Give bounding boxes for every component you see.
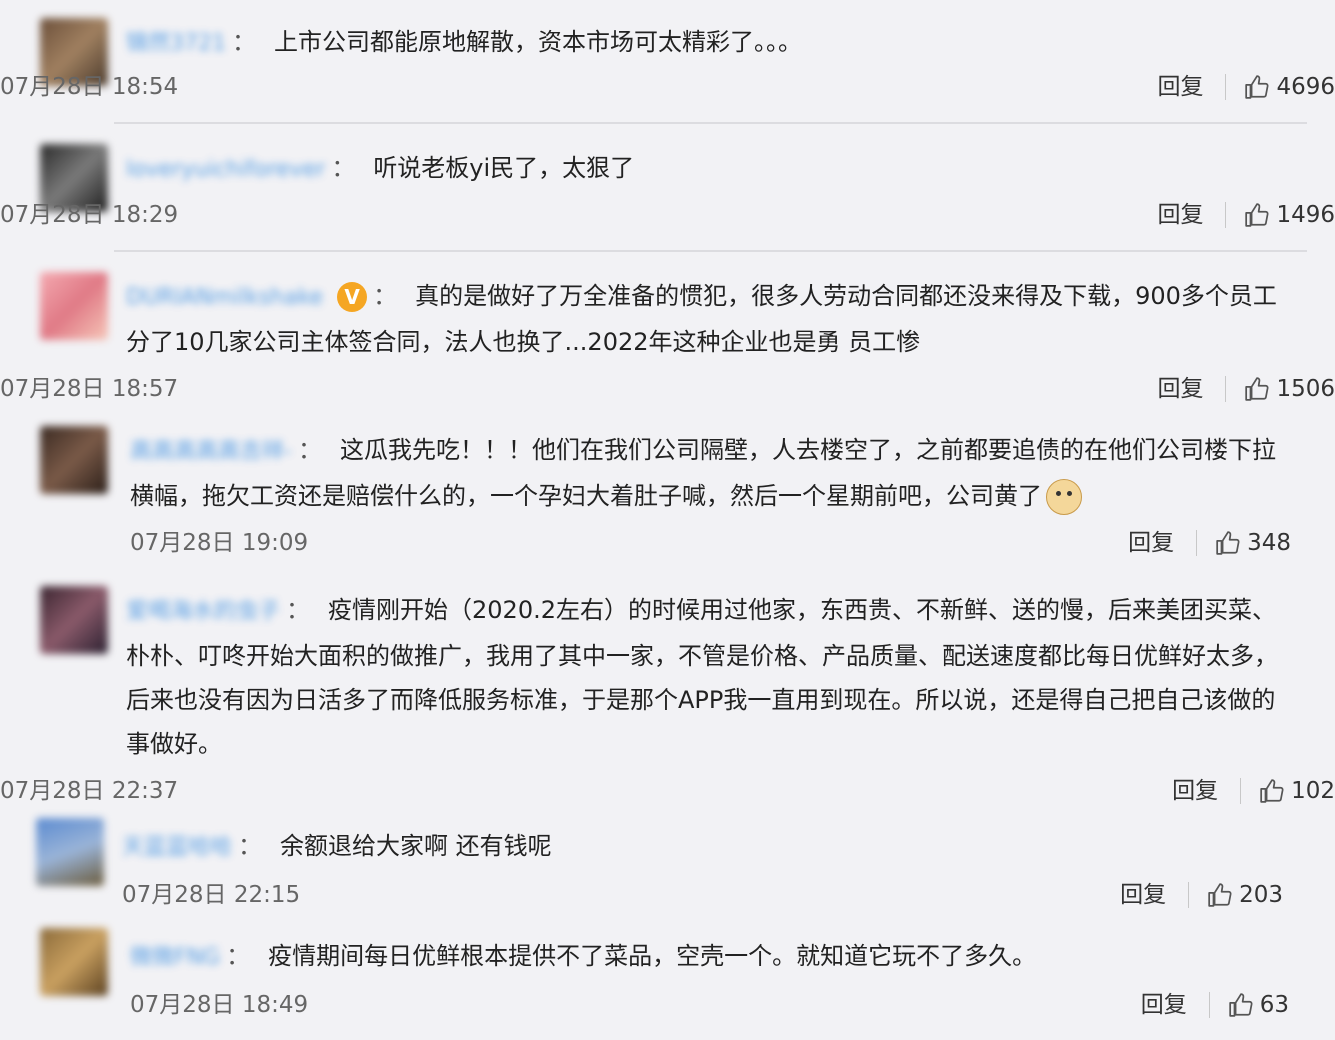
comment-actions: 回复 1506 — [1157, 372, 1335, 406]
thumbs-up-icon[interactable] — [1244, 202, 1270, 228]
colon: ： — [232, 28, 256, 56]
avatar[interactable] — [40, 928, 108, 996]
avatar[interactable] — [40, 272, 108, 340]
comment-meta: 07月28日 18:57 回复 1506 — [0, 372, 1335, 406]
like-count: 102 — [1291, 778, 1335, 804]
comment-username[interactable]: 微微FNG — [130, 936, 220, 980]
like-count: 1496 — [1276, 202, 1335, 228]
avatar[interactable] — [40, 586, 108, 654]
thumbs-up-icon[interactable] — [1228, 992, 1254, 1018]
thumbs-up-icon[interactable] — [1207, 882, 1233, 908]
comment-time: 07月28日 22:37 — [0, 778, 179, 804]
comment-actions: 回复 102 — [1172, 774, 1335, 808]
reply-button[interactable]: 回复 — [1157, 372, 1203, 406]
reply-button[interactable]: 回复 — [1172, 774, 1218, 808]
doge-emoji-icon — [1046, 479, 1082, 515]
comment-list: 锦然3721：上市公司都能原地解散，资本市场可太精彩了。。。 07月28日 18… — [0, 0, 1335, 1040]
like-count: 63 — [1259, 992, 1289, 1018]
comment-text-block: 高高高高高吉祥-：这瓜我先吃！！！他们在我们公司隔壁，人去楼空了，之前都要追债的… — [130, 428, 1291, 518]
colon: ： — [286, 596, 311, 624]
comment-text: 听说老板yi民了，太狠了 — [373, 154, 635, 182]
comment-meta: 07月28日 19:09 回复 348 — [130, 526, 1291, 560]
comment-time: 07月28日 18:49 — [130, 992, 309, 1018]
comment-username[interactable]: 高高高高高吉祥- — [130, 430, 292, 474]
comment-meta: 07月28日 22:37 回复 102 — [0, 774, 1335, 808]
comment-time: 07月28日 22:15 — [122, 882, 301, 908]
colon: ： — [331, 154, 356, 182]
comment-time: 07月28日 18:57 — [0, 376, 179, 402]
colon: ： — [238, 832, 263, 860]
divider — [1196, 530, 1198, 556]
divider — [1225, 202, 1227, 228]
comment-username[interactable]: loveryuichiforever — [126, 148, 325, 192]
comment-actions: 回复 348 — [1128, 526, 1291, 560]
thumbs-up-icon[interactable] — [1215, 530, 1241, 556]
divider — [1240, 778, 1242, 804]
comment-actions: 回复 63 — [1141, 988, 1289, 1022]
divider — [1208, 992, 1210, 1018]
comment-username[interactable]: 爱喝海水的虫子 — [126, 590, 280, 634]
comment-meta: 07月28日 22:15 回复 203 — [122, 878, 1283, 912]
like-count: 203 — [1239, 882, 1283, 908]
comment-text-block: 锦然3721： 上市公司都能原地解散，资本市场可太精彩了。。。 — [126, 20, 1289, 66]
comment-meta: 07月28日 18:54 回复 4696 — [0, 70, 1335, 104]
avatar[interactable] — [36, 818, 104, 886]
like-count: 348 — [1247, 530, 1291, 556]
colon: ： — [226, 942, 251, 970]
comment-actions: 回复 203 — [1120, 878, 1283, 912]
comment-text-block: 微微FNG： 疫情期间每日优鲜根本提供不了菜品，空壳一个。就知道它玩不了多久。 — [130, 934, 1289, 980]
row-divider — [114, 250, 1307, 252]
comment-time: 07月28日 18:54 — [0, 74, 179, 100]
like-count: 1506 — [1276, 376, 1335, 402]
like-count: 4696 — [1276, 74, 1335, 100]
reply-button[interactable]: 回复 — [1128, 526, 1174, 560]
comment-actions: 回复 1496 — [1157, 198, 1335, 232]
comment-text-block: 天蓝蓝哈哈： 余额退给大家啊 还有钱呢 — [122, 824, 1283, 870]
comment-username[interactable]: DURIANmilkshake — [126, 276, 323, 320]
thumbs-up-icon[interactable] — [1244, 74, 1270, 100]
reply-button[interactable]: 回复 — [1157, 198, 1203, 232]
reply-button[interactable]: 回复 — [1120, 878, 1166, 912]
comment-text-block: 爱喝海水的虫子：疫情刚开始（2020.2左右）的时候用过他家，东西贵、不新鲜、送… — [126, 588, 1289, 766]
comment-text-block: DURIANmilkshake V：真的是做好了万全准备的惯犯，很多人劳动合同都还… — [126, 274, 1289, 364]
reply-button[interactable]: 回复 — [1141, 988, 1187, 1022]
colon: ： — [373, 282, 398, 310]
comment-time: 07月28日 19:09 — [130, 530, 309, 556]
comment-time: 07月28日 18:29 — [0, 202, 179, 228]
comment-meta: 07月28日 18:29 回复 1496 — [0, 198, 1335, 232]
comment-meta: 07月28日 18:49 回复 63 — [130, 988, 1289, 1022]
comment-text-block: loveryuichiforever： 听说老板yi民了，太狠了 — [126, 146, 1289, 192]
avatar[interactable] — [40, 426, 108, 494]
row-divider — [114, 122, 1307, 124]
comment-text: 上市公司都能原地解散，资本市场可太精彩了。。。 — [274, 28, 802, 56]
verified-badge-icon: V — [337, 282, 368, 312]
comment-text: 余额退给大家啊 还有钱呢 — [280, 832, 552, 860]
comment-username[interactable]: 锦然3721 — [126, 22, 226, 66]
divider — [1225, 74, 1227, 100]
comment-username[interactable]: 天蓝蓝哈哈 — [122, 826, 232, 870]
thumbs-up-icon[interactable] — [1259, 778, 1285, 804]
colon: ： — [297, 436, 322, 464]
reply-button[interactable]: 回复 — [1157, 70, 1203, 104]
divider — [1188, 882, 1190, 908]
comment-actions: 回复 4696 — [1157, 70, 1335, 104]
divider — [1225, 376, 1227, 402]
comment-text: 疫情期间每日优鲜根本提供不了菜品，空壳一个。就知道它玩不了多久。 — [268, 942, 1037, 970]
thumbs-up-icon[interactable] — [1244, 376, 1270, 402]
